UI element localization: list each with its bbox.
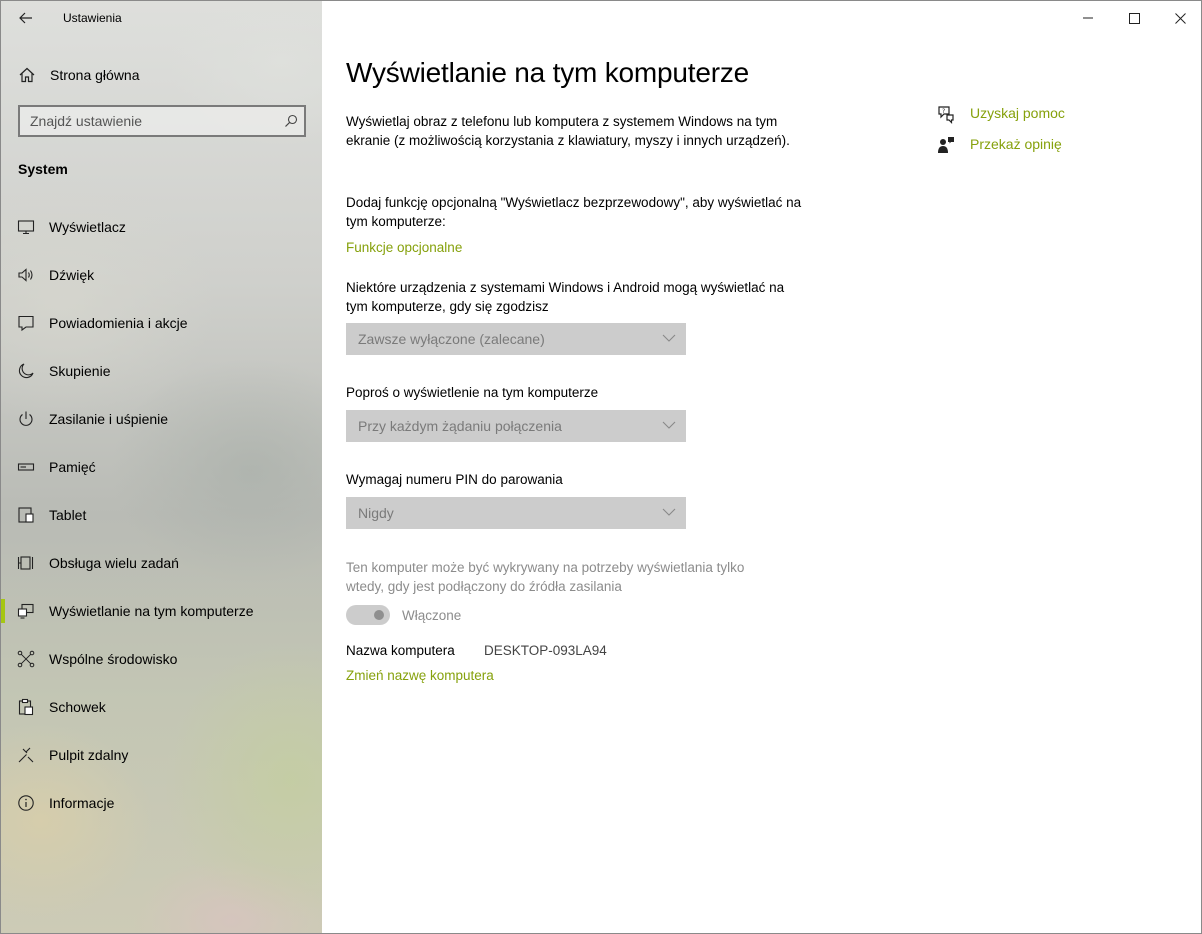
rename-pc-link[interactable]: Zmień nazwę komputera <box>346 668 494 683</box>
power-discovery-text: Ten komputer może być wykrywany na potrz… <box>346 560 745 594</box>
get-help-label: Uzyskaj pomoc <box>970 105 1065 121</box>
sidebar-item-notifications[interactable]: Powiadomienia i akcje <box>1 299 322 347</box>
multitasking-icon <box>17 556 34 570</box>
sidebar-item-label: Skupienie <box>49 363 111 379</box>
power-discovery-toggle[interactable] <box>346 605 390 625</box>
optional-feature-text: Dodaj funkcję opcjonalną "Wyświetlacz be… <box>346 195 802 229</box>
intro-text: Wyświetlaj obraz z telefonu lub komputer… <box>346 114 790 148</box>
window-controls <box>1065 1 1201 35</box>
get-help-link[interactable]: ? Uzyskaj pomoc <box>936 101 1196 132</box>
chevron-down-icon <box>662 508 676 516</box>
info-icon <box>18 795 34 811</box>
feedback-icon <box>938 137 954 153</box>
back-arrow-icon <box>19 12 32 24</box>
sidebar-item-remote-desktop[interactable]: Pulpit zdalny <box>1 731 322 779</box>
pc-name-value: DESKTOP-093LA94 <box>484 643 607 658</box>
project-icon <box>17 603 34 619</box>
optional-features-link[interactable]: Funkcje opcjonalne <box>346 240 462 255</box>
home-link[interactable]: Strona główna <box>1 57 322 93</box>
main-content: Wyświetlanie na tym komputerze Wyświetla… <box>322 1 1201 933</box>
moon-icon <box>18 363 34 379</box>
get-help-icon: ? <box>938 106 954 124</box>
chevron-down-icon <box>662 421 676 429</box>
sidebar-item-shared-experiences[interactable]: Wspólne środowisko <box>1 635 322 683</box>
availability-dropdown-value: Zawsze wyłączone (zalecane) <box>358 331 545 347</box>
maximize-button[interactable] <box>1111 1 1157 35</box>
monitor-icon <box>17 220 35 235</box>
back-button[interactable] <box>11 5 41 31</box>
shared-experience-icon <box>17 650 35 668</box>
app-title: Ustawienia <box>63 11 122 25</box>
clipboard-icon <box>18 698 34 716</box>
sidebar-item-multitasking[interactable]: Obsługa wielu zadań <box>1 539 322 587</box>
sidebar-item-label: Obsługa wielu zadań <box>49 555 179 571</box>
section-label: System <box>18 161 68 177</box>
ask-to-project-dropdown[interactable]: Przy każdym żądaniu połączenia <box>346 410 686 442</box>
sidebar-item-power[interactable]: Zasilanie i uśpienie <box>1 395 322 443</box>
sidebar-item-label: Tablet <box>49 507 87 523</box>
svg-text:?: ? <box>942 108 945 115</box>
ask-to-project-dropdown-value: Przy każdym żądaniu połączenia <box>358 418 562 434</box>
help-panel: ? Uzyskaj pomoc Przekaż opinię <box>936 101 1196 163</box>
close-icon <box>1174 12 1186 24</box>
feedback-label: Przekaż opinię <box>970 136 1062 152</box>
sidebar-item-label: Powiadomienia i akcje <box>49 315 188 331</box>
require-pin-dropdown-value: Nigdy <box>358 505 394 521</box>
storage-icon <box>17 463 35 471</box>
sidebar-item-label: Zasilanie i uśpienie <box>49 411 169 427</box>
minimize-icon <box>1083 17 1093 19</box>
toggle-state-label: Włączone <box>402 608 462 623</box>
home-icon <box>19 67 35 83</box>
setting2-label: Poproś o wyświetlenie na tym komputerze <box>346 385 599 400</box>
sidebar-item-label: Pamięć <box>49 459 96 475</box>
chevron-down-icon <box>662 334 676 342</box>
feedback-link[interactable]: Przekaż opinię <box>936 132 1196 163</box>
availability-dropdown[interactable]: Zawsze wyłączone (zalecane) <box>346 323 686 355</box>
sidebar-item-label: Wspólne środowisko <box>49 651 178 667</box>
power-icon <box>19 411 33 426</box>
minimize-button[interactable] <box>1065 1 1111 35</box>
close-button[interactable] <box>1157 1 1201 35</box>
sidebar-nav: Wyświetlacz Dźwięk Powiadomienia i akcje… <box>1 203 322 827</box>
sidebar-item-label: Pulpit zdalny <box>49 747 129 763</box>
search-box <box>18 105 306 137</box>
sidebar-item-focus[interactable]: Skupienie <box>1 347 322 395</box>
sidebar-item-about[interactable]: Informacje <box>1 779 322 827</box>
home-label: Strona główna <box>50 67 140 83</box>
notification-icon <box>18 315 34 332</box>
sidebar-item-clipboard[interactable]: Schowek <box>1 683 322 731</box>
sidebar-item-storage[interactable]: Pamięć <box>1 443 322 491</box>
sidebar: Ustawienia Strona główna System Wyświetl… <box>1 1 322 933</box>
sidebar-item-projecting[interactable]: Wyświetlanie na tym komputerze <box>1 587 322 635</box>
title-bar: Ustawienia <box>1 1 322 35</box>
remote-desktop-icon <box>18 747 34 763</box>
sidebar-item-tablet[interactable]: Tablet <box>1 491 322 539</box>
sidebar-item-label: Dźwięk <box>49 267 95 283</box>
setting1-label: Niektóre urządzenia z systemami Windows … <box>346 280 785 314</box>
require-pin-dropdown[interactable]: Nigdy <box>346 497 686 529</box>
settings-window: Ustawienia Strona główna System Wyświetl… <box>0 0 1202 934</box>
speaker-icon <box>18 268 33 282</box>
sidebar-item-display[interactable]: Wyświetlacz <box>1 203 322 251</box>
sidebar-item-label: Informacje <box>49 795 115 811</box>
sidebar-item-sound[interactable]: Dźwięk <box>1 251 322 299</box>
sidebar-item-label: Schowek <box>49 699 106 715</box>
sidebar-item-label: Wyświetlacz <box>49 219 126 235</box>
toggle-knob <box>374 610 384 620</box>
maximize-icon <box>1128 12 1140 24</box>
search-icon[interactable] <box>284 114 298 128</box>
page-title: Wyświetlanie na tym komputerze <box>346 57 750 88</box>
search-input[interactable] <box>20 107 270 135</box>
sidebar-item-label: Wyświetlanie na tym komputerze <box>49 603 254 619</box>
setting3-label: Wymagaj numeru PIN do parowania <box>346 472 563 487</box>
tablet-icon <box>18 507 34 523</box>
